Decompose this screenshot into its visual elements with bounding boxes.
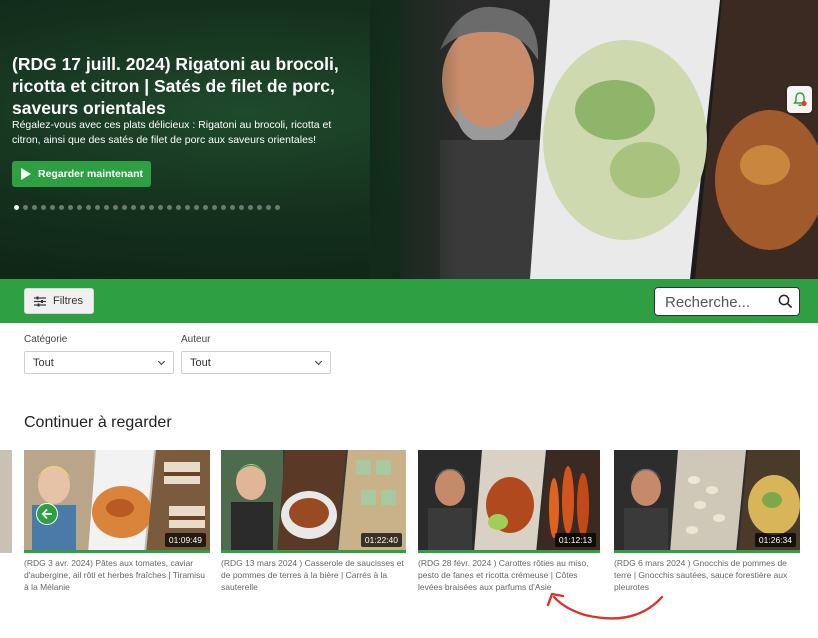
category-value: Tout	[33, 356, 54, 369]
author-value: Tout	[190, 356, 211, 369]
filters-label: Filtres	[53, 295, 83, 307]
hero-description: Régalez-vous avec ces plats délicieux : …	[12, 119, 332, 146]
arrow-left-icon	[41, 508, 52, 520]
hero-banner: (RDG 17 juill. 2024) Rigatoni au brocoli…	[0, 0, 818, 279]
chevron-down-icon	[157, 357, 166, 366]
video-duration: 01:26:34	[754, 533, 796, 547]
category-select[interactable]: Tout	[24, 351, 174, 374]
video-card[interactable]: 01:09:49 (RDG 3 avr. 2024) Pâtes aux tom…	[24, 450, 210, 600]
hero-title: (RDG 17 juill. 2024) Rigatoni au brocoli…	[12, 54, 339, 118]
hero-image	[400, 0, 818, 279]
carousel-dot[interactable]	[239, 205, 244, 210]
video-thumbnail	[0, 450, 12, 553]
carousel-dot[interactable]	[230, 205, 235, 210]
carousel-dot[interactable]	[41, 205, 46, 210]
search-box	[654, 287, 800, 316]
carousel-dot[interactable]	[140, 205, 145, 210]
carousel-prev-button[interactable]	[36, 503, 58, 525]
sliders-icon	[34, 296, 46, 306]
video-duration: 01:22:40	[360, 533, 402, 547]
carousel-dot[interactable]	[68, 205, 73, 210]
carousel-dot[interactable]	[221, 205, 226, 210]
carousel-dot[interactable]	[266, 205, 271, 210]
author-select[interactable]: Tout	[181, 351, 331, 374]
video-thumbnail: 01:09:49	[24, 450, 210, 553]
hero-fade	[370, 0, 460, 279]
carousel-dot[interactable]	[86, 205, 91, 210]
category-label: Catégorie	[24, 334, 68, 345]
curved-arrow-icon	[546, 592, 664, 620]
carousel-dot[interactable]	[59, 205, 64, 210]
video-thumbnail: 01:12:13	[418, 450, 600, 553]
video-caption: (RDG 3 avr. 2024) Pâtes aux tomates, cav…	[24, 558, 206, 592]
carousel-dot[interactable]	[50, 205, 55, 210]
carousel-dot[interactable]	[122, 205, 127, 210]
carousel-dot[interactable]	[95, 205, 100, 210]
carousel-dot[interactable]	[23, 205, 28, 210]
carousel-dot[interactable]	[104, 205, 109, 210]
carousel-dot[interactable]	[194, 205, 199, 210]
carousel-dot[interactable]	[77, 205, 82, 210]
notification-bell-button[interactable]	[787, 86, 812, 113]
video-caption: (RDG 13 mars 2024 ) Casserole de sauciss…	[221, 558, 404, 592]
carousel-dot[interactable]	[248, 205, 253, 210]
section-title: Continuer à regarder	[24, 414, 172, 431]
carousel-dot[interactable]	[14, 205, 19, 210]
video-duration: 01:12:13	[554, 533, 596, 547]
video-card[interactable]: 01:22:40 (RDG 13 mars 2024 ) Casserole d…	[221, 450, 406, 600]
bell-icon	[792, 92, 807, 107]
watch-progress-bar	[24, 550, 210, 553]
carousel-dot[interactable]	[185, 205, 190, 210]
carousel-dot[interactable]	[32, 205, 37, 210]
search-input[interactable]	[665, 293, 770, 311]
carousel-dot[interactable]	[257, 205, 262, 210]
carousel-dot[interactable]	[149, 205, 154, 210]
carousel-dot[interactable]	[212, 205, 217, 210]
watch-progress-bar	[418, 550, 600, 553]
carousel-dot[interactable]	[158, 205, 163, 210]
watch-progress-bar	[221, 550, 406, 553]
video-thumbnail: 01:22:40	[221, 450, 406, 553]
partial-video-card[interactable]	[0, 450, 12, 600]
watch-now-label: Regarder maintenant	[38, 168, 144, 180]
filters-button[interactable]: Filtres	[24, 288, 94, 314]
carousel-dot[interactable]	[275, 205, 280, 210]
carousel-dot[interactable]	[131, 205, 136, 210]
carousel-dot[interactable]	[176, 205, 181, 210]
play-icon	[21, 168, 31, 180]
carousel-dot[interactable]	[113, 205, 118, 210]
watch-progress-bar	[614, 550, 800, 553]
search-icon[interactable]	[778, 294, 793, 309]
carousel-dots	[14, 205, 280, 210]
video-card[interactable]: 01:26:34 (RDG 6 mars 2024 ) Gnocchis de …	[614, 450, 800, 600]
toolbar: Filtres	[0, 279, 818, 323]
author-label: Auteur	[181, 334, 211, 345]
watch-now-button[interactable]: Regarder maintenant	[12, 161, 151, 187]
carousel-dot[interactable]	[167, 205, 172, 210]
video-thumbnail: 01:26:34	[614, 450, 800, 553]
video-card[interactable]: 01:12:13 (RDG 28 févr. 2024 ) Carottes r…	[418, 450, 600, 600]
carousel-dot[interactable]	[203, 205, 208, 210]
chevron-down-icon	[314, 357, 323, 366]
video-duration: 01:09:49	[164, 533, 206, 547]
